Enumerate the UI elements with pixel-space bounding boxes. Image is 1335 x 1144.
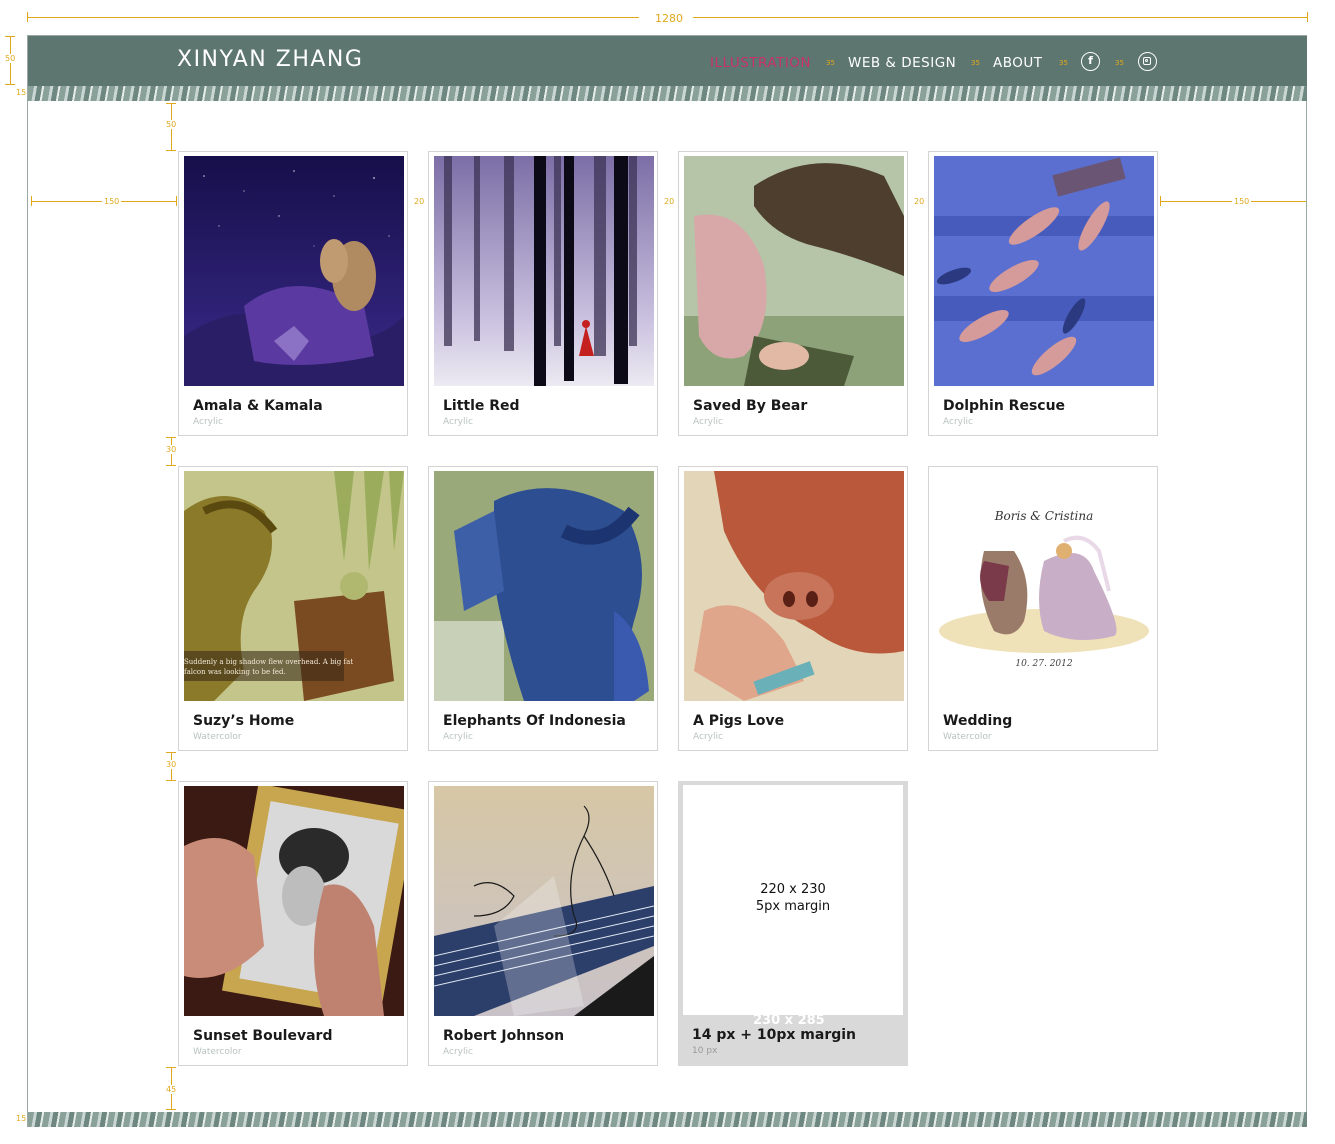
gallery-card[interactable]: Sunset Boulevard Watercolor <box>178 781 408 1066</box>
artwork-medium: Acrylic <box>193 417 223 427</box>
artwork-thumbnail[interactable] <box>434 471 654 701</box>
gallery-card[interactable]: Dolphin Rescue Acrylic <box>928 151 1158 436</box>
header-pattern-banner <box>28 86 1307 101</box>
placeholder-sub: 10 px <box>692 1046 718 1056</box>
annotation-footer-height: 15 <box>16 1114 27 1123</box>
artwork-thumbnail[interactable] <box>184 786 404 1016</box>
placeholder-size: 220 x 230 <box>760 882 826 897</box>
artwork-thumbnail[interactable] <box>184 156 404 386</box>
artwork-title[interactable]: Wedding <box>943 713 1012 729</box>
nav-web-design[interactable]: WEB & DESIGN <box>848 55 956 71</box>
nav-spacing-annotation: 35 <box>826 59 835 67</box>
footer-pattern-banner <box>28 1112 1307 1127</box>
instagram-icon[interactable] <box>1138 52 1157 71</box>
annotation-tick <box>1307 12 1308 22</box>
annotation-line <box>27 17 639 18</box>
artwork-title[interactable]: Sunset Boulevard <box>193 1028 332 1044</box>
nav-illustration[interactable]: ILLUSTRATION <box>710 55 811 71</box>
artwork-title[interactable]: Robert Johnson <box>443 1028 564 1044</box>
artwork-thumbnail[interactable] <box>434 786 654 1016</box>
placeholder-title: 14 px + 10px margin <box>692 1027 857 1043</box>
gallery-card[interactable]: Suddenly a big shadow flew overhead. A b… <box>178 466 408 751</box>
artwork-medium: Watercolor <box>943 732 992 742</box>
artwork-title[interactable]: Dolphin Rescue <box>943 398 1065 414</box>
site-logo[interactable]: XINYAN ZHANG <box>177 47 363 72</box>
artwork-title[interactable]: Suzy’s Home <box>193 713 294 729</box>
annotation-tick <box>5 84 15 85</box>
annotation-banner-height: 15 <box>16 88 27 97</box>
artwork-title[interactable]: A Pigs Love <box>693 713 784 729</box>
artwork-title[interactable]: Amala & Kamala <box>193 398 323 414</box>
artwork-medium: Acrylic <box>693 732 723 742</box>
facebook-icon[interactable]: f <box>1081 52 1100 71</box>
artwork-thumbnail[interactable]: Boris & Cristina 10. 27. 2012 <box>934 471 1154 701</box>
nav-spacing-annotation: 35 <box>1059 59 1068 67</box>
placeholder-margin: 5px margin <box>755 899 831 914</box>
gallery-card[interactable]: Robert Johnson Acrylic <box>428 781 658 1066</box>
annotation-line <box>693 17 1307 18</box>
artwork-medium: Acrylic <box>443 1047 473 1057</box>
artwork-medium: Acrylic <box>943 417 973 427</box>
artwork-medium: Watercolor <box>193 732 242 742</box>
gallery-card[interactable]: Boris & Cristina 10. 27. 2012 Wedding Wa… <box>928 466 1158 751</box>
nav-spacing-annotation: 35 <box>1115 59 1124 67</box>
artwork-medium: Watercolor <box>193 1047 242 1057</box>
wedding-names: Boris & Cristina <box>994 509 1094 523</box>
artwork-thumbnail[interactable]: Suddenly a big shadow flew overhead. A b… <box>184 471 404 701</box>
artwork-thumbnail[interactable] <box>434 156 654 386</box>
artwork-thumbnail[interactable] <box>684 471 904 701</box>
artwork-medium: Acrylic <box>693 417 723 427</box>
gallery-card[interactable]: Elephants Of Indonesia Acrylic <box>428 466 658 751</box>
gallery-card[interactable]: Saved By Bear Acrylic <box>678 151 908 436</box>
gallery-card[interactable]: Little Red Acrylic <box>428 151 658 436</box>
placeholder-card: 220 x 230 5px margin 230 x 285 14 px + 1… <box>678 781 908 1066</box>
gallery-card[interactable]: Amala & Kamala Acrylic <box>178 151 408 436</box>
annotation-page-width: 1280 <box>655 12 683 25</box>
nav-spacing-annotation: 35 <box>971 59 980 67</box>
artwork-caption: Suddenly a big shadow flew overhead. A b… <box>184 658 354 676</box>
artwork-medium: Acrylic <box>443 417 473 427</box>
artwork-title[interactable]: Elephants Of Indonesia <box>443 713 626 729</box>
artwork-thumbnail[interactable] <box>684 156 904 386</box>
placeholder-image-box: 220 x 230 5px margin <box>683 785 903 1015</box>
wedding-date: 10. 27. 2012 <box>1015 659 1073 669</box>
gallery-card[interactable]: A Pigs Love Acrylic <box>678 466 908 751</box>
artwork-title[interactable]: Saved By Bear <box>693 398 807 414</box>
annotation-header-height: 50 <box>5 54 16 63</box>
artwork-title[interactable]: Little Red <box>443 398 520 414</box>
artwork-medium: Acrylic <box>443 732 473 742</box>
nav-about[interactable]: ABOUT <box>993 55 1043 71</box>
placeholder-card-size: 230 x 285 <box>753 1013 825 1028</box>
artwork-thumbnail[interactable] <box>934 156 1154 386</box>
